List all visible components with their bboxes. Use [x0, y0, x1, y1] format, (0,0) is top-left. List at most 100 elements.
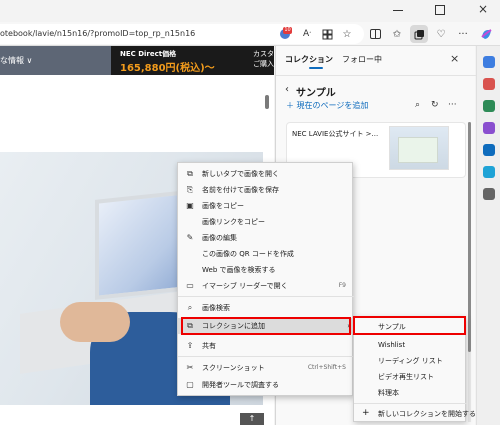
promo-customize-text: カスタマイズ	[253, 50, 274, 58]
more-icon[interactable]: ···	[448, 100, 457, 110]
url-text[interactable]: otebook/lavie/n15n16/?promoID=top_rp_n15…	[0, 29, 195, 38]
collections-icon[interactable]	[410, 25, 428, 43]
menu-item-label: Web で画像を検索する	[202, 266, 276, 274]
menu-item-label: 開発者ツールで調査する	[202, 381, 279, 389]
more-options-icon[interactable]: ···	[454, 25, 472, 43]
menu-item-edit-image[interactable]: ✎ 画像の編集	[178, 230, 354, 246]
menu-item-label: 画像をコピー	[202, 202, 244, 210]
promo-price: 165,880円(税込)～	[120, 63, 215, 74]
screenshot-icon: ✂	[186, 363, 194, 372]
split-screen-icon[interactable]	[366, 25, 384, 43]
submenu-separator	[354, 403, 467, 404]
menu-item-search-web-for-image[interactable]: Web で画像を検索する	[178, 262, 354, 278]
minimize-icon[interactable]	[391, 4, 405, 16]
menu-item-label: スクリーンショット	[202, 364, 265, 372]
site-nav-strip: な情報 ∨ NEC Direct価格 165,880円(税込)～ カスタマイズ …	[0, 46, 274, 75]
menu-item-save-image-as[interactable]: ⎘ 名前を付けて画像を保存	[178, 182, 354, 198]
share-icon: ⇪	[186, 341, 194, 350]
submenu-item-label: ビデオ再生リスト	[378, 373, 434, 381]
visual-search-icon: ⌕	[187, 303, 193, 312]
menu-item-label: この画像の QR コードを作成	[202, 250, 294, 258]
menu-separator	[178, 356, 354, 357]
submenu-item-video-playlist[interactable]: ビデオ再生リスト	[354, 369, 467, 384]
sidebar-strip	[476, 46, 500, 425]
menu-item-inspect[interactable]: ▢ 開発者ツールで調査する	[178, 377, 354, 393]
browser-essentials-icon[interactable]: ♡	[432, 25, 450, 43]
active-tab-indicator	[309, 67, 323, 69]
refresh-icon[interactable]: ↻	[431, 100, 439, 110]
menu-separator	[178, 296, 354, 297]
new-tab-icon: ⧉	[187, 169, 193, 178]
immersive-reader-icon: ▭	[186, 281, 194, 290]
highlight-box-add-to-collections	[181, 317, 351, 335]
copilot-icon[interactable]	[477, 25, 495, 43]
context-menu: ⧉ 新しいタブで画像を開く ⎘ 名前を付けて画像を保存 ▣ 画像をコピー 画像リ…	[177, 162, 354, 396]
menu-item-label: 画像の編集	[202, 234, 237, 242]
plus-icon: +	[362, 408, 370, 418]
search-icon[interactable]: ⌕	[415, 100, 420, 110]
menu-item-label: 共有	[202, 342, 216, 350]
collection-title: サンプル	[296, 88, 336, 99]
scroll-top-button[interactable]: ↑	[240, 413, 264, 425]
address-bar-row: otebook/lavie/n15n16/?promoID=top_rp_n15…	[0, 22, 500, 46]
hand	[60, 302, 130, 342]
extension-badge: 10	[283, 27, 292, 34]
promo-banner[interactable]: NEC Direct価格 165,880円(税込)～ カスタマイズ ご購入はこ	[111, 46, 274, 75]
read-aloud-icon[interactable]: Aᐩ	[298, 25, 316, 43]
menu-item-copy-image-link[interactable]: 画像リンクをコピー	[178, 214, 354, 230]
tab-collections[interactable]: コレクション	[285, 54, 333, 65]
edit-image-icon: ✎	[186, 233, 194, 242]
menu-item-shortcut: Ctrl+Shift+S	[307, 364, 346, 371]
menu-item-label: 名前を付けて画像を保存	[202, 186, 279, 194]
submenu-item-new-collection[interactable]: + 新しいコレクションを開始する	[354, 406, 476, 421]
submenu-item-label: Wishlist	[378, 341, 406, 349]
games-icon[interactable]	[483, 122, 495, 134]
submenu-item-reading-list[interactable]: リーディング リスト	[354, 353, 467, 368]
apps-icon[interactable]	[318, 25, 336, 43]
panel-scrollbar-thumb[interactable]	[468, 122, 471, 352]
menu-item-visual-search[interactable]: ⌕ 画像検索	[178, 300, 354, 316]
close-panel-icon[interactable]: ×	[450, 52, 459, 65]
search-sidebar-icon[interactable]	[483, 56, 495, 68]
shopping-icon[interactable]	[483, 78, 495, 90]
submenu-item-label: 新しいコレクションを開始する	[378, 410, 476, 418]
menu-item-label: 画像リンクをコピー	[202, 218, 265, 226]
menu-item-create-qr-code[interactable]: この画像の QR コードを作成	[178, 246, 354, 262]
card-thumbnail	[389, 126, 449, 170]
menu-item-immersive-reader[interactable]: ▭ イマーシブ リーダーで開く F9	[178, 278, 354, 294]
menu-item-shortcut: F9	[338, 282, 346, 289]
divider	[276, 75, 476, 76]
highlight-box-sample	[353, 316, 466, 335]
menu-item-share[interactable]: ⇪ 共有	[178, 338, 354, 354]
tools-icon[interactable]	[483, 100, 495, 112]
promo-purchase-text: ご購入はこ	[253, 60, 274, 68]
title-bar: ×	[0, 0, 500, 22]
menu-item-screenshot[interactable]: ✂ スクリーンショット Ctrl+Shift+S	[178, 360, 354, 376]
back-icon[interactable]: ‹	[285, 84, 289, 95]
add-current-page-button[interactable]: ＋ 現在のページを追加	[286, 100, 368, 111]
copy-image-icon: ▣	[186, 201, 194, 210]
menu-item-label: 画像検索	[202, 304, 230, 312]
menu-item-open-image-new-tab[interactable]: ⧉ 新しいタブで画像を開く	[178, 166, 354, 182]
devtools-icon: ▢	[186, 380, 194, 389]
outlook-icon[interactable]	[483, 166, 495, 178]
menu-item-label: 新しいタブで画像を開く	[202, 170, 279, 178]
office-icon[interactable]	[483, 144, 495, 156]
submenu-item-wishlist[interactable]: Wishlist	[354, 337, 467, 352]
save-image-icon: ⎘	[186, 185, 194, 194]
card-title: NEC LAVIE公式サイト >...	[292, 130, 379, 138]
nav-text[interactable]: な情報 ∨	[0, 55, 32, 66]
submenu-item-label: リーディング リスト	[378, 357, 443, 365]
promo-title: NEC Direct価格	[120, 50, 177, 58]
menu-item-label: イマーシブ リーダーで開く	[202, 282, 288, 290]
window-close-icon[interactable]: ×	[475, 2, 491, 16]
page-scrollbar-thumb[interactable]	[265, 95, 269, 109]
favorites-icon[interactable]: ✩	[388, 25, 406, 43]
submenu-item-label: 料理本	[378, 389, 399, 397]
favorite-star-icon[interactable]: ☆	[338, 25, 356, 43]
add-sidebar-app-icon[interactable]	[483, 188, 495, 200]
maximize-icon[interactable]	[433, 4, 447, 16]
submenu-item-cookbook[interactable]: 料理本	[354, 385, 467, 400]
tab-following[interactable]: フォロー中	[342, 54, 382, 65]
menu-item-copy-image[interactable]: ▣ 画像をコピー	[178, 198, 354, 214]
